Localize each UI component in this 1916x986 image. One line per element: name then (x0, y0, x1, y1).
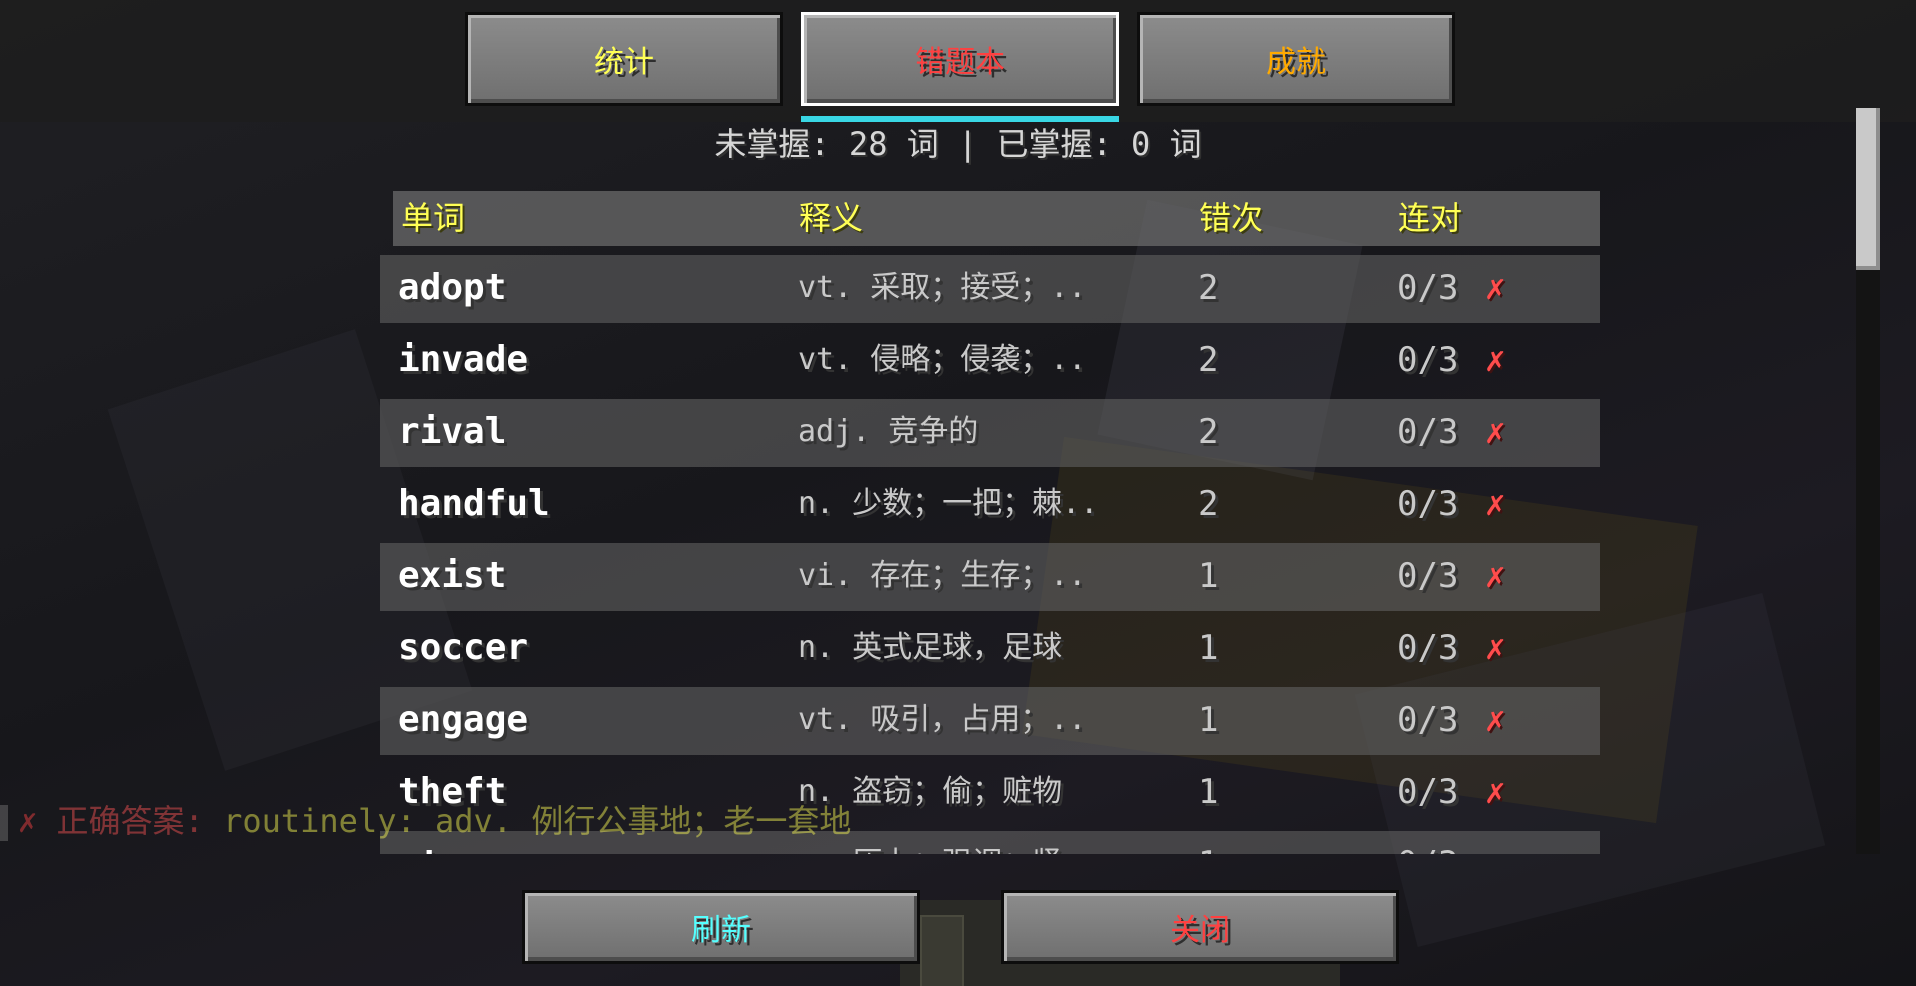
scrollbar-thumb[interactable] (1856, 108, 1880, 270)
header-streak: 连对 (1398, 199, 1463, 237)
chat-answer-text: routinely: adv. 例行公事地；老一套地 (223, 802, 852, 840)
table-header: 单词 释义 错次 连对 (393, 191, 1600, 246)
tab-stats[interactable]: 统计 (465, 12, 783, 106)
header-word: 单词 (401, 199, 466, 237)
definition-cell: n. 少数；一把；棘.. (798, 486, 1099, 521)
cross-icon: ✗ (1485, 340, 1506, 380)
word-cell: handful (398, 483, 550, 524)
cross-icon: ✗ (1485, 268, 1506, 308)
cross-icon: ✗ (1485, 556, 1506, 596)
wrong-count-cell: 2 (1198, 412, 1219, 452)
word-cell: invade (398, 339, 529, 380)
word-cell: soccer (398, 627, 529, 668)
definition-cell: vt. 吸引，占用；.. (798, 702, 1087, 737)
wrong-count-cell: 1 (1198, 831, 1218, 854)
cross-icon: ✗ (1485, 700, 1506, 740)
table-row[interactable]: invade vt. 侵略；侵袭；.. 2 0/3 ✗ (380, 327, 1600, 395)
cross-icon: ✗ (1485, 412, 1506, 452)
definition-cell: adj. 竞争的 (798, 414, 979, 449)
tab-achievements-label: 成就 (1266, 45, 1326, 80)
wrong-count-cell: 1 (1198, 628, 1219, 668)
close-button-label: 关闭 (1170, 913, 1230, 948)
wrong-count-cell: 2 (1198, 268, 1219, 308)
definition-cell: vi. 存在；生存；.. (798, 558, 1087, 593)
word-cell: exist (398, 555, 507, 596)
streak-cell: 0/3 (1397, 268, 1459, 308)
streak-cell: 0/3 (1397, 831, 1458, 854)
wrong-count-cell: 1 (1198, 772, 1219, 812)
mastery-summary: 未掌握: 28 词 | 已掌握: 0 词 (714, 125, 1202, 163)
tab-stats-label: 统计 (594, 45, 654, 80)
streak-cell: 0/3 (1397, 340, 1459, 380)
streak-cell: 0/3 (1397, 772, 1459, 812)
table-row[interactable]: adopt vt. 采取；接受；.. 2 0/3 ✗ (380, 255, 1600, 323)
wrong-count-cell: 2 (1198, 340, 1219, 380)
wrong-count-cell: 1 (1198, 556, 1219, 596)
tab-achievements[interactable]: 成就 (1137, 12, 1455, 106)
word-cell: engage (398, 699, 529, 740)
tab-mistake-book-label: 错题本 (915, 45, 1005, 80)
streak-cell: 0/3 (1397, 412, 1459, 452)
refresh-button[interactable]: 刷新 (522, 890, 920, 964)
wrong-count-cell: 1 (1198, 700, 1219, 740)
chat-marker (0, 805, 8, 841)
word-cell: adopt (398, 267, 507, 308)
tab-mistake-book[interactable]: 错题本 (801, 12, 1119, 106)
definition-cell: n. 英式足球，足球 (798, 630, 1063, 665)
cross-icon: ✗ (1485, 628, 1506, 668)
close-button[interactable]: 关闭 (1001, 890, 1399, 964)
word-cell: rival (398, 411, 507, 452)
cross-icon: ✗ (18, 802, 38, 840)
refresh-button-label: 刷新 (691, 913, 751, 948)
table-row[interactable]: soccer n. 英式足球，足球 1 0/3 ✗ (380, 615, 1600, 683)
streak-cell: 0/3 (1397, 700, 1459, 740)
cross-icon: ✗ (1485, 831, 1505, 854)
header-wrong-count: 错次 (1199, 199, 1264, 237)
definition-cell: vt. 侵略；侵袭；.. (798, 342, 1087, 377)
table-row[interactable]: engage vt. 吸引，占用；.. 1 0/3 ✗ (380, 687, 1600, 755)
table-row[interactable]: handful n. 少数；一把；棘.. 2 0/3 ✗ (380, 471, 1600, 539)
chat-message: ✗ 正确答案: routinely: adv. 例行公事地；老一套地 (0, 800, 851, 842)
definition-cell: vt. 采取；接受；.. (798, 270, 1087, 305)
streak-cell: 0/3 (1397, 484, 1459, 524)
table-row[interactable]: rival adj. 竞争的 2 0/3 ✗ (380, 399, 1600, 467)
table-row[interactable]: exist vi. 存在；生存；.. 1 0/3 ✗ (380, 543, 1600, 611)
mistake-list[interactable]: adopt vt. 采取；接受；.. 2 0/3 ✗ invade vt. 侵略… (380, 252, 1602, 854)
streak-cell: 0/3 (1397, 628, 1459, 668)
cross-icon: ✗ (1485, 772, 1506, 812)
header-definition: 释义 (799, 199, 864, 237)
streak-cell: 0/3 (1397, 556, 1459, 596)
wrong-count-cell: 2 (1198, 484, 1219, 524)
chat-answer-label: 正确答案: (56, 802, 204, 840)
cross-icon: ✗ (1485, 484, 1506, 524)
